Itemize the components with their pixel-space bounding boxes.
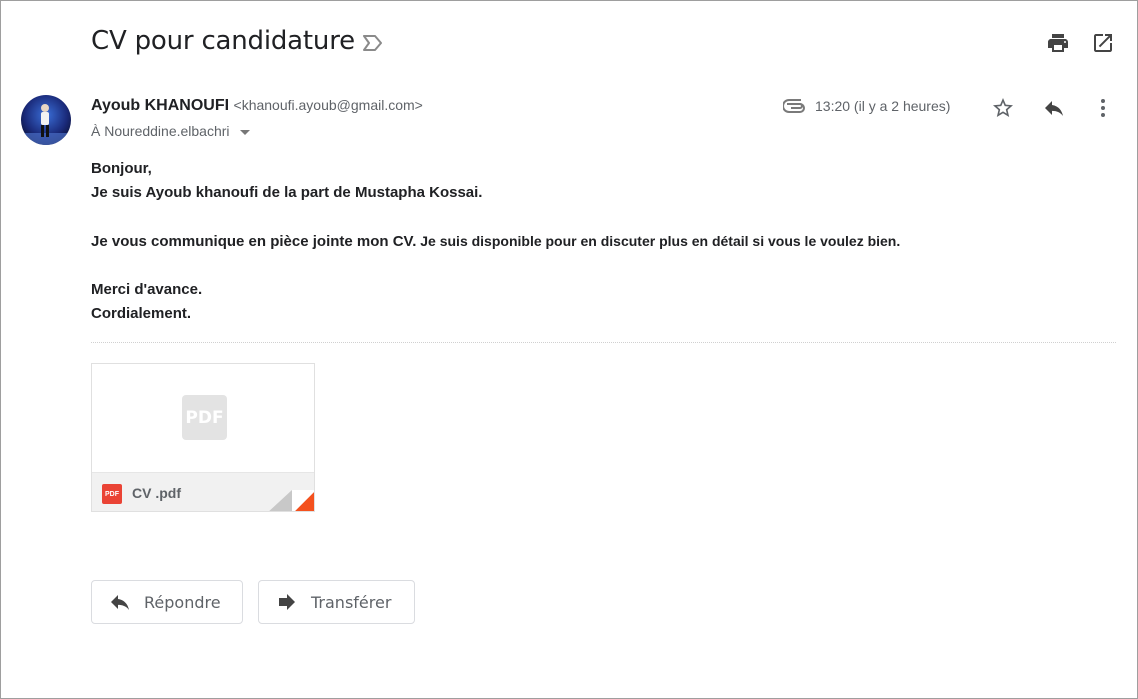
email-timestamp: 13:20 (il y a 2 heures) [815,98,951,114]
attachment-filename: CV .pdf [132,485,181,501]
sender-avatar[interactable] [21,95,71,145]
email-subject: CV pour candidature [91,26,355,56]
open-in-new-icon[interactable] [1091,31,1115,55]
page-fold-icon [269,490,314,511]
pdf-preview-icon: PDF [182,395,227,440]
body-closing: Cordialement. [91,305,192,322]
paperclip-icon [783,99,805,113]
body-paragraph: Je vous communique en pièce jointe mon C… [91,229,900,254]
avatar-photo [21,95,71,145]
print-icon[interactable] [1046,31,1070,55]
reply-icon [111,595,129,610]
reply-button[interactable]: Répondre [91,580,243,624]
attachment-separator [91,342,1116,343]
sender-name[interactable]: Ayoub KHANOUFI [91,97,229,114]
body-greeting: Bonjour, [91,160,152,177]
star-outline-icon[interactable] [991,96,1015,120]
body-intro: Je suis Ayoub khanoufi de la part de Mus… [91,184,483,201]
sender-email: <khanoufi.ayoub@gmail.com> [233,97,423,113]
label-outline-icon[interactable] [362,34,384,52]
attachment-footer: PDF CV .pdf [92,472,314,511]
pdf-file-icon: PDF [102,484,122,504]
forward-icon [279,594,295,610]
body-line-bold: Je vous communique en pièce jointe mon C… [91,233,417,250]
attachment-card[interactable]: PDF PDF CV .pdf [91,363,315,512]
recipient-label: À Noureddine.elbachri [91,123,230,139]
reply-icon[interactable] [1042,96,1066,120]
forward-button-label: Transférer [311,592,392,612]
chevron-down-icon[interactable] [239,129,250,135]
email-body: Bonjour, Je suis Ayoub khanoufi de la pa… [91,157,900,326]
sender-line: Ayoub KHANOUFI <khanoufi.ayoub@gmail.com… [91,97,423,115]
more-vertical-icon[interactable] [1091,96,1115,120]
attachment-preview: PDF [92,364,314,472]
body-thanks: Merci d'avance. [91,281,203,298]
body-line-rest: Je suis disponible pour en discuter plus… [416,233,901,249]
forward-button[interactable]: Transférer [258,580,415,624]
recipient-line: À Noureddine.elbachri [91,123,250,139]
reply-button-label: Répondre [144,592,221,612]
